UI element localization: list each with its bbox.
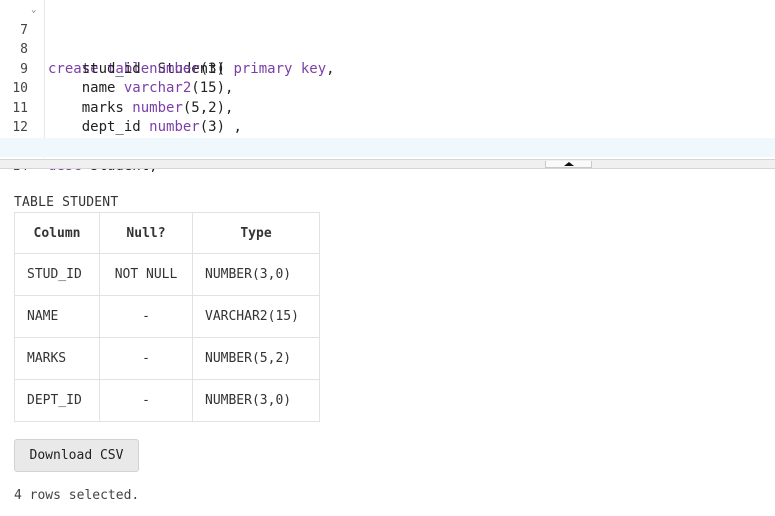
table-cell: STUD_ID bbox=[14, 253, 100, 296]
collapse-handle[interactable] bbox=[545, 161, 592, 168]
code-line-10[interactable]: 10 marks number(5,2), bbox=[0, 60, 775, 116]
code-line-11[interactable]: 11 dept_id number(3) , bbox=[0, 79, 775, 136]
result-caption: TABLE STUDENT bbox=[14, 195, 119, 210]
table-cell: NUMBER(5,2) bbox=[192, 337, 320, 380]
code-editor[interactable]: 7 ⌄ create table Student( 8 stud_id numb… bbox=[0, 0, 775, 175]
table-cell: - bbox=[99, 295, 193, 338]
table-row: MARKS - NUMBER(5,2) bbox=[14, 337, 320, 380]
table-cell: NOT NULL bbox=[99, 253, 193, 296]
rows-selected-status: 4 rows selected. bbox=[14, 488, 140, 503]
column-header: Null? bbox=[99, 212, 193, 254]
pane-splitter[interactable] bbox=[0, 159, 775, 169]
code-line-9[interactable]: 9 name varchar2(15), bbox=[0, 40, 775, 97]
table-cell: VARCHAR2(15) bbox=[192, 295, 320, 338]
download-csv-button[interactable]: Download CSV bbox=[14, 439, 139, 472]
column-header: Type bbox=[192, 212, 320, 254]
table-cell: DEPT_ID bbox=[14, 379, 100, 422]
code-line-12[interactable]: 12 constraint FK_dept_id Foreign key (de… bbox=[0, 99, 775, 155]
table-row: DEPT_ID - NUMBER(3,0) bbox=[14, 379, 320, 422]
table-header-row: Column Null? Type bbox=[14, 212, 320, 254]
table-cell: - bbox=[99, 337, 193, 380]
fold-chevron-icon[interactable]: ⌄ bbox=[31, 1, 36, 21]
code-line-7[interactable]: 7 ⌄ create table Student( bbox=[0, 1, 775, 77]
table-row: STUD_ID NOT NULL NUMBER(3,0) bbox=[14, 253, 320, 296]
table-cell: NUMBER(3,0) bbox=[192, 253, 320, 296]
table-cell: NUMBER(3,0) bbox=[192, 379, 320, 422]
code-line-13[interactable]: 13 desc student; bbox=[0, 118, 775, 175]
describe-result-table: Column Null? Type STUD_ID NOT NULL NUMBE… bbox=[14, 212, 320, 422]
table-cell: MARKS bbox=[14, 337, 100, 380]
table-cell: - bbox=[99, 379, 193, 422]
table-cell: NAME bbox=[14, 295, 100, 338]
table-row: NAME - VARCHAR2(15) bbox=[14, 295, 320, 338]
column-header: Column bbox=[14, 212, 100, 254]
code-line-8[interactable]: 8 stud_id number(3) primary key, bbox=[0, 21, 775, 77]
caret-up-icon bbox=[564, 162, 574, 166]
code-line-14[interactable]: 14 bbox=[0, 137, 775, 174]
